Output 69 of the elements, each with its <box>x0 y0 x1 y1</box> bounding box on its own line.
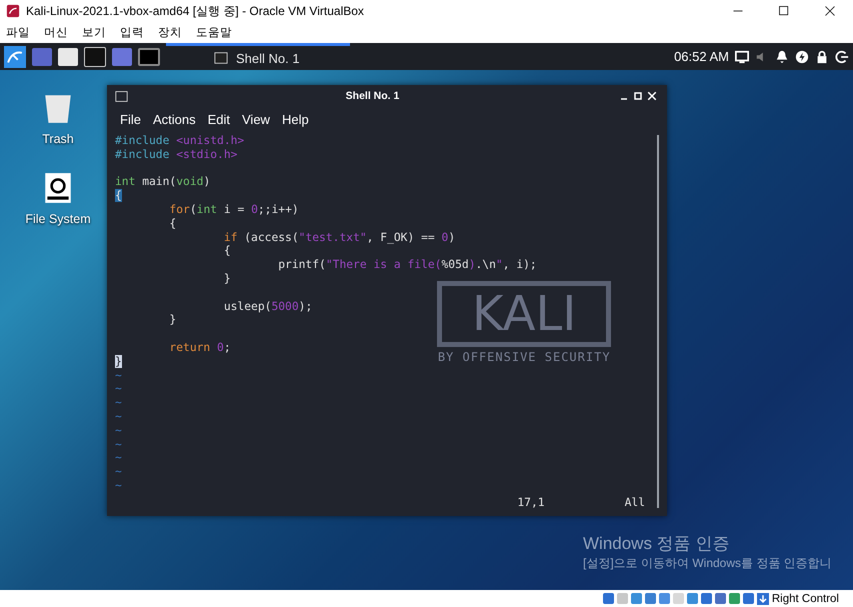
host-key-label: Right Control <box>772 592 839 604</box>
terminal-icon <box>115 90 128 102</box>
clock: 06:52 AM <box>674 49 729 64</box>
device-status-icon[interactable] <box>686 593 698 604</box>
menu-item[interactable]: 파일 <box>6 25 30 40</box>
device-status-icon[interactable] <box>602 593 614 604</box>
logout-icon[interactable] <box>835 50 849 64</box>
empty-line-marker: ~ <box>115 465 123 479</box>
device-status-icon[interactable] <box>714 593 726 604</box>
menu-item[interactable]: Actions <box>152 112 196 126</box>
lock-icon[interactable] <box>815 50 829 64</box>
device-status-icon[interactable] <box>630 593 642 604</box>
terminal-window-icon[interactable] <box>138 48 160 66</box>
device-status-icon[interactable] <box>700 593 712 604</box>
code-line: int main(void) <box>115 175 210 190</box>
menu-item[interactable]: Help <box>282 112 309 126</box>
code-line: } <box>222 272 231 286</box>
scroll-position: All <box>624 496 645 510</box>
bell-icon[interactable] <box>775 50 789 64</box>
empty-line-marker: ~ <box>115 382 123 396</box>
arrow-down-icon[interactable] <box>756 592 769 604</box>
close-icon <box>824 5 836 17</box>
code-line: { <box>168 216 176 231</box>
code-line: #include <stdio.h> <box>115 148 238 162</box>
code-line: { <box>222 244 231 258</box>
device-status-icon[interactable] <box>644 593 656 604</box>
power-icon[interactable] <box>795 50 809 64</box>
activation-title: Windows 정품 인증 <box>583 533 730 555</box>
wallpaper-logo: KALI <box>437 281 612 347</box>
scrollbar[interactable] <box>657 135 659 508</box>
menu-item[interactable]: File <box>120 112 141 126</box>
window-title: Kali-Linux-2021.1-vbox-amd64 [실행 중] - Oracle VM VirtualBox <box>26 2 365 20</box>
maximize-icon <box>778 5 790 17</box>
device-status-icon[interactable] <box>728 593 740 604</box>
empty-line-marker: ~ <box>115 396 123 410</box>
menu-item[interactable]: View <box>242 112 270 126</box>
code-line: usleep(5000); <box>222 300 312 314</box>
empty-line-marker: ~ <box>115 478 123 493</box>
empty-line-marker: ~ <box>115 424 123 438</box>
menu-item[interactable]: Edit <box>208 112 230 126</box>
empty-line-marker: ~ <box>115 410 123 424</box>
cursor-position: 17,1 <box>517 496 545 510</box>
empty-line-marker: ~ <box>115 438 123 452</box>
code-line: return 0; <box>168 340 231 355</box>
menu-item[interactable]: 머신 <box>44 25 68 40</box>
desktop-icon-label[interactable]: File System <box>25 212 91 226</box>
menu-item[interactable]: 장치 <box>158 25 182 40</box>
device-status-icon[interactable] <box>658 593 670 604</box>
terminal-title: Shell No. 1 <box>344 90 400 102</box>
menu-item[interactable]: 보기 <box>82 25 106 40</box>
device-status-icon[interactable] <box>742 593 754 604</box>
terminal-icon[interactable] <box>84 46 106 66</box>
code-line: if (access("test.txt", F_OK) == 0) <box>222 230 456 244</box>
empty-line-marker: ~ <box>115 368 123 382</box>
menu-item[interactable]: 입력 <box>120 25 144 40</box>
close-icon[interactable] <box>645 90 659 102</box>
activation-message: [설정]으로 이동하여 Windows를 정품 인증합니 <box>583 555 833 572</box>
dragon-icon[interactable] <box>4 46 26 68</box>
terminal-icon <box>214 51 228 65</box>
app-icon <box>6 4 20 18</box>
wallpaper-tagline: BY OFFENSIVE SECURITY <box>438 351 611 365</box>
code-line: #include <unistd.h> <box>115 134 244 148</box>
menu-item[interactable]: 도움말 <box>196 25 232 40</box>
monitor-icon[interactable] <box>735 50 749 64</box>
code-line: printf("There is a file(%05d).\n", i); <box>277 258 537 272</box>
code-line: for(int i = 0;;i++) <box>168 202 299 217</box>
desktop-icon-label[interactable]: Trash <box>42 132 74 146</box>
code-line: } <box>168 313 176 328</box>
empty-line-marker: ~ <box>115 451 123 466</box>
